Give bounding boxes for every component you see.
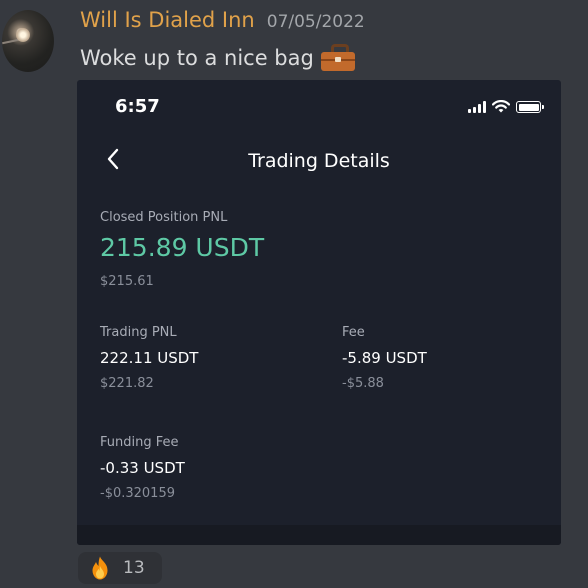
briefcase-icon <box>320 44 355 71</box>
battery-icon <box>516 101 544 113</box>
discord-message-view: Will Is Dialed Inn 07/05/2022 Woke up to… <box>0 0 588 588</box>
trading-pnl-usd: $221.82 <box>100 376 154 391</box>
trading-pnl-value: 222.11 USDT <box>100 349 199 367</box>
page-title: Trading Details <box>248 150 390 172</box>
fee-value: -5.89 USDT <box>342 349 427 367</box>
screenshot-attachment[interactable]: 6:57 Trading Details Closed Position PNL… <box>77 80 561 545</box>
closed-pnl-value: 215.89 USDT <box>100 233 265 262</box>
message-text: Woke up to a nice bag <box>80 45 314 70</box>
avatar[interactable] <box>2 10 54 72</box>
closed-pnl-usd: $215.61 <box>100 274 154 289</box>
wifi-icon <box>492 100 510 113</box>
status-icons <box>468 100 544 113</box>
reaction-count: 13 <box>123 558 145 578</box>
fire-icon <box>92 556 108 580</box>
avatar-highlight <box>16 28 30 42</box>
message-header: Will Is Dialed Inn 07/05/2022 <box>80 8 365 40</box>
funding-fee-label: Funding Fee <box>100 435 179 450</box>
funding-fee-value: -0.33 USDT <box>100 459 185 477</box>
message-text-row: Woke up to a nice bag <box>80 44 355 71</box>
reaction-fire[interactable]: 13 <box>78 552 162 584</box>
timestamp: 07/05/2022 <box>266 12 365 32</box>
phone-footer <box>77 525 561 545</box>
funding-fee-usd: -$0.320159 <box>100 486 175 501</box>
trading-pnl-label: Trading PNL <box>100 325 177 340</box>
fee-label: Fee <box>342 325 365 340</box>
fee-usd: -$5.88 <box>342 376 384 391</box>
closed-pnl-label: Closed Position PNL <box>100 210 228 225</box>
status-time: 6:57 <box>115 96 160 117</box>
cellular-signal-icon <box>468 101 488 113</box>
username[interactable]: Will Is Dialed Inn <box>80 8 255 32</box>
